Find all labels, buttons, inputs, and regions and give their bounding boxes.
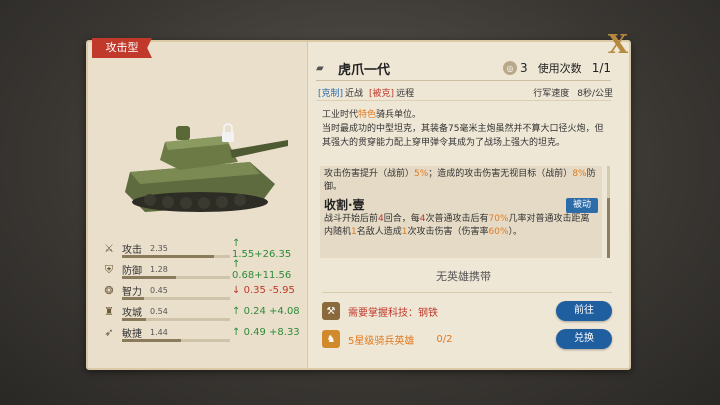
unit-header: ▰ 虎爪一代 ◎ 3 使用次数 1/1 <box>316 58 611 78</box>
stat-row-siege: ♜ 攻城 0.54 ↑ 0.24 +4.08 <box>102 301 302 322</box>
no-hero-text: 无英雄携带 <box>436 270 491 283</box>
requirement-tech-label: 需要掌握科技：钢铁 <box>348 307 438 319</box>
stat-name: 攻城 <box>122 308 142 319</box>
stat-value: 1.28 <box>150 265 168 274</box>
march-speed-value: 8秒/公里 <box>577 89 613 99</box>
unit-description: 工业时代特色骑兵单位。 当时最成功的中型坦克，其装备75毫米主炮虽然并不算大口径… <box>322 110 604 148</box>
siege-icon: ♜ <box>104 305 114 318</box>
stat-bar <box>122 339 230 342</box>
skill-scroll-box[interactable]: 攻击伤害提升（战前）5%；造成的攻击伤害无视目标（战前）8%防御。 收割·壹 被… <box>320 166 602 258</box>
counter-label: [克制] <box>318 89 344 99</box>
uses-value: 1/1 <box>591 61 611 75</box>
hero-card-icon: ♞ <box>322 330 340 348</box>
tank-hull <box>125 162 275 212</box>
passive-badge: 被动 <box>565 198 598 213</box>
stat-bar-fill <box>122 339 182 342</box>
prev-skill-text: 攻击伤害提升（战前）5%；造成的攻击伤害无视目标（战前）8%防御。 <box>324 169 596 192</box>
stat-value: 1.44 <box>150 328 168 337</box>
stat-bar <box>122 318 230 321</box>
agility-icon: ➶ <box>104 326 114 339</box>
stat-bar <box>122 297 230 300</box>
type-divider <box>316 100 611 101</box>
requirement-hero: ♞ 5星级骑兵英雄 0/2 兑换 <box>322 328 612 350</box>
stat-row-intellect: ❂ 智力 0.45 ↓ 0.35 -5.95 <box>102 280 302 301</box>
stat-row-agility: ➶ 敏捷 1.44 ↑ 0.49 +8.33 <box>102 322 302 343</box>
unit-category-tag: 攻击型 <box>92 38 152 58</box>
unit-stats: ⚔ 攻击 2.35 ↑ 1.55+26.35 ⛨ 防御 1.28 ↑ 0.68+… <box>102 238 302 343</box>
stat-delta: ↑ 0.49 +8.33 <box>232 327 300 338</box>
brain-icon: ❂ <box>104 284 114 297</box>
shield-icon: ⛨ <box>104 262 114 276</box>
stat-bar-fill <box>122 297 144 300</box>
stat-value: 0.54 <box>150 307 168 316</box>
tank-illustration <box>125 123 288 212</box>
skill-scrollbar[interactable] <box>607 166 610 258</box>
stat-name: 智力 <box>122 287 142 298</box>
requirement-tech: ⚒ 需要掌握科技：钢铁 前往 <box>322 300 612 322</box>
stat-bar-fill <box>122 318 146 321</box>
stat-delta: ↑ 1.55+26.35 <box>232 237 292 260</box>
unit-type-row: [克制] 近战 [被克] 远程 行军速度 8秒/公里 <box>318 86 613 99</box>
exchange-button[interactable]: 兑换 <box>556 329 612 349</box>
stat-bar <box>122 276 230 279</box>
lock-icon <box>222 123 234 142</box>
unit-preview-column: 攻击型 ⚔ 攻击 2.35 ↑ 1.55+26.35 ⛨ 防御 1.28 ↑ 0… <box>88 38 308 368</box>
uses-label: 使用次数 <box>537 62 582 75</box>
stat-delta: ↓ 0.35 -5.95 <box>232 285 295 296</box>
stat-bar-fill <box>122 255 214 258</box>
counter-value: 近战 <box>345 89 364 99</box>
countered-value: 远程 <box>396 89 415 99</box>
stat-delta: ↑ 0.68+11.56 <box>232 258 292 281</box>
requirement-hero-label: 5星级骑兵英雄 <box>348 335 415 347</box>
stat-delta: ↑ 0.24 +4.08 <box>232 306 300 317</box>
stat-value: 2.35 <box>150 244 168 253</box>
unit-rank: 3 <box>520 61 528 75</box>
march-speed-label: 行军速度 <box>533 89 570 99</box>
goto-button[interactable]: 前往 <box>556 301 612 321</box>
countered-label: [被克] <box>369 89 395 99</box>
rank-seal-icon: ◎ <box>503 61 518 75</box>
requirements-divider <box>322 292 612 293</box>
requirement-hero-count: 0/2 <box>436 333 453 345</box>
skill-description: 战斗开始后前4回合，每4次普通攻击后有70%几率对普通攻击距离内随机1名敌人造成… <box>324 214 590 237</box>
stat-value: 0.45 <box>150 286 168 295</box>
stat-bar-fill <box>122 276 176 279</box>
stat-name: 攻击 <box>122 245 142 256</box>
stat-name: 敏捷 <box>122 329 142 340</box>
stat-name: 防御 <box>122 266 142 277</box>
unit-detail-panel: 攻击型 ⚔ 攻击 2.35 ↑ 1.55+26.35 ⛨ 防御 1.28 ↑ 0… <box>86 32 631 370</box>
stat-bar <box>122 255 230 258</box>
tank-small-icon: ▰ <box>316 62 324 74</box>
unit-info-column: ▰ 虎爪一代 ◎ 3 使用次数 1/1 [克制] 近战 [被克] 远程 行军速度… <box>316 42 628 368</box>
stat-row-attack: ⚔ 攻击 2.35 ↑ 1.55+26.35 <box>102 237 302 260</box>
skill-header: 收割·壹 被动 <box>324 198 598 213</box>
unit-name: 虎爪一代 <box>338 62 391 78</box>
header-divider <box>316 80 611 81</box>
stat-row-defense: ⛨ 防御 1.28 ↑ 0.68+11.56 <box>102 258 302 281</box>
skill-title: 收割·壹 <box>324 198 365 212</box>
sword-icon: ⚔ <box>104 242 114 255</box>
scrollbar-thumb[interactable] <box>607 198 610 258</box>
hammer-icon: ⚒ <box>322 302 340 320</box>
